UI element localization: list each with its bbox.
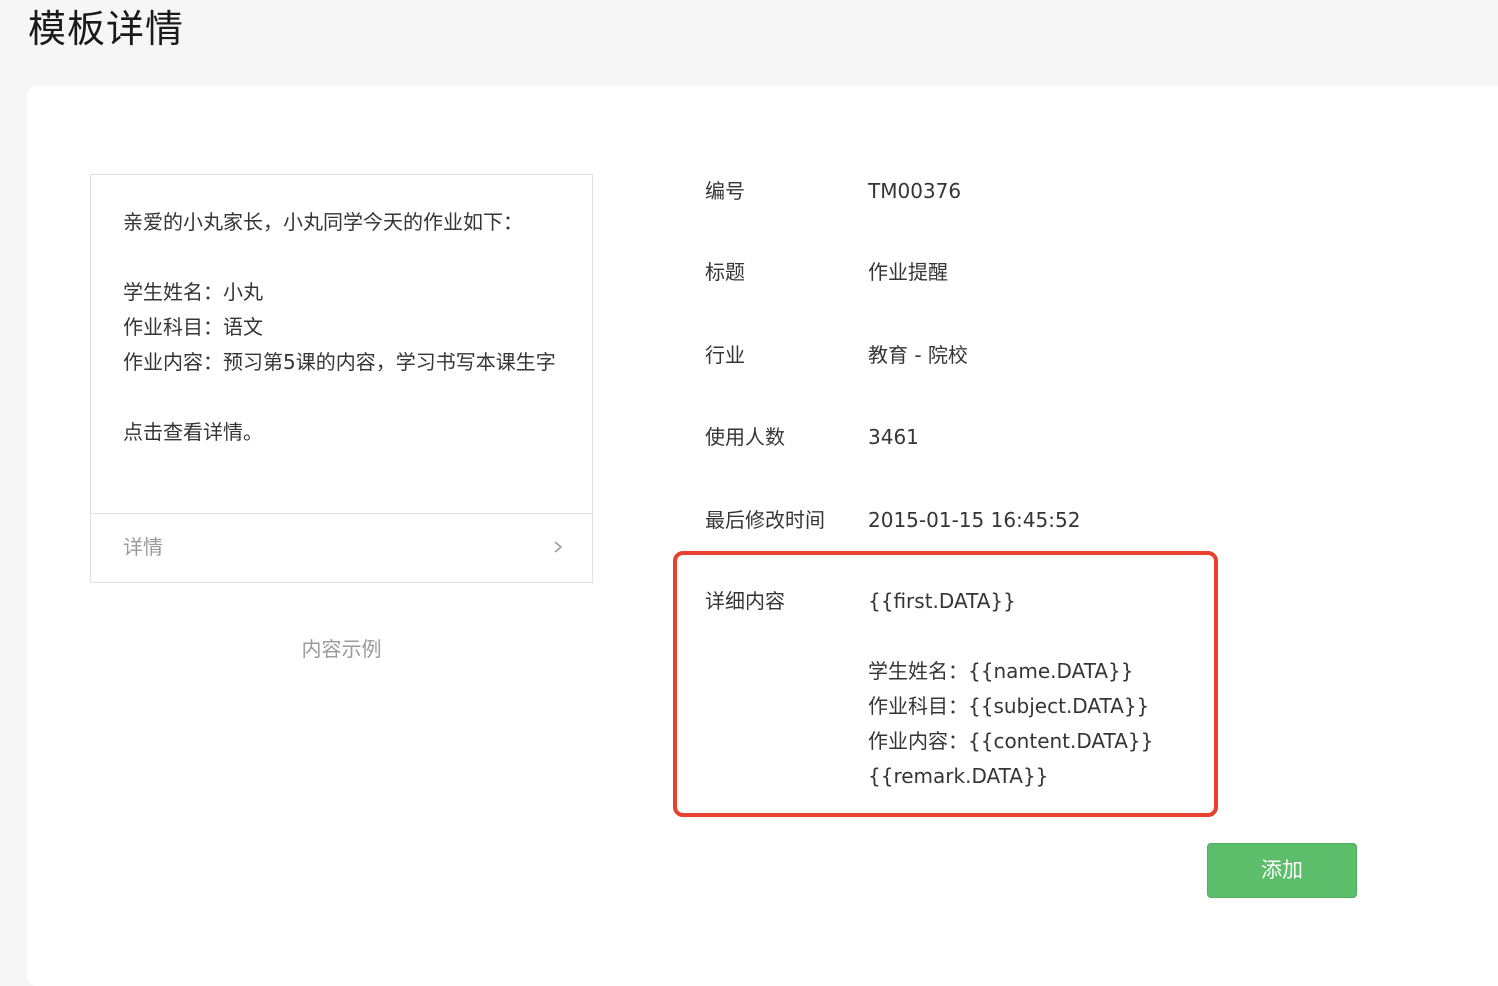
chevron-right-icon: [554, 541, 563, 553]
preview-subject: 作业科目：语文: [123, 315, 263, 339]
preview-caption: 内容示例: [301, 637, 382, 661]
preview-body: 亲爱的小丸家长，小丸同学今天的作业如下： 学生姓名：小丸 作业科目：语文 作业内…: [123, 205, 568, 450]
info-label-users: 使用人数: [705, 425, 785, 449]
detail-line-remark: {{remark.DATA}}: [868, 764, 1049, 788]
detail-line-first: {{first.DATA}}: [868, 589, 1016, 613]
detail-line-name: 学生姓名：{{name.DATA}}: [868, 659, 1134, 683]
detail-line-content: 作业内容：{{content.DATA}}: [868, 729, 1154, 753]
add-button[interactable]: 添加: [1207, 843, 1357, 898]
info-label-detail: 详细内容: [705, 589, 785, 613]
preview-details-label: 详情: [123, 535, 163, 559]
preview-content: 作业内容：预习第5课的内容，学习书写本课生字: [123, 350, 556, 374]
info-value-modified: 2015-01-15 16:45:52: [868, 508, 1081, 532]
info-value-users: 3461: [868, 425, 919, 449]
info-label-title: 标题: [705, 260, 745, 284]
info-value-industry: 教育 - 院校: [868, 343, 968, 367]
info-label-industry: 行业: [705, 343, 745, 367]
detail-line-subject: 作业科目：{{subject.DATA}}: [868, 694, 1150, 718]
preview-details-link[interactable]: 详情: [91, 513, 592, 582]
info-value-title: 作业提醒: [868, 260, 948, 284]
info-value-detail: {{first.DATA}} 学生姓名：{{name.DATA}} 作业科目：{…: [868, 584, 1153, 794]
template-preview-card: 亲爱的小丸家长，小丸同学今天的作业如下： 学生姓名：小丸 作业科目：语文 作业内…: [90, 174, 593, 583]
preview-remark: 点击查看详情。: [123, 420, 263, 444]
info-label-id: 编号: [705, 179, 745, 203]
preview-student-name: 学生姓名：小丸: [123, 280, 263, 304]
page-title: 模板详情: [28, 7, 185, 51]
info-label-modified: 最后修改时间: [705, 508, 825, 532]
preview-greeting: 亲爱的小丸家长，小丸同学今天的作业如下：: [123, 210, 523, 234]
info-value-id: TM00376: [868, 179, 962, 203]
